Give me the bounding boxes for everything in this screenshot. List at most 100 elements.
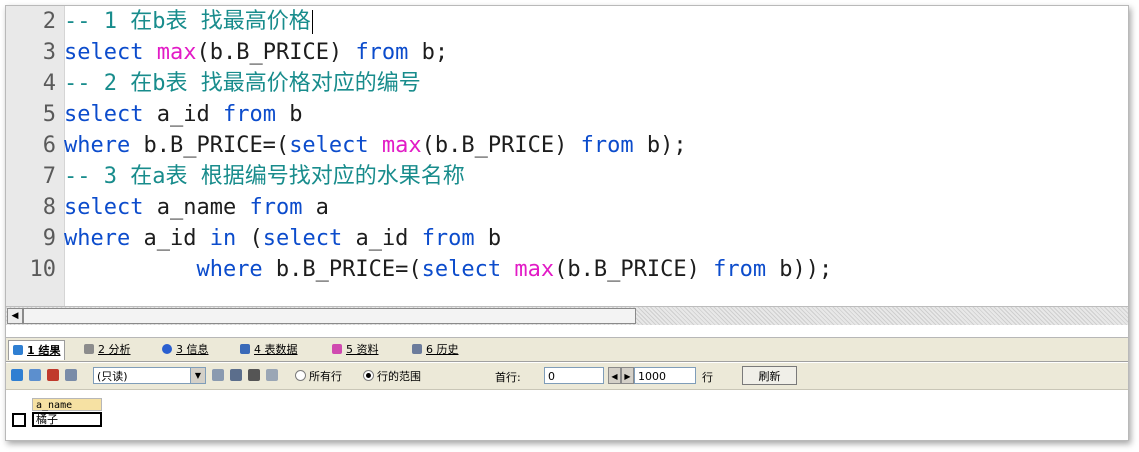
code-token: select	[64, 40, 144, 65]
code-token: a	[302, 195, 329, 220]
code-token: in	[209, 226, 237, 251]
text-view-icon[interactable]	[47, 369, 59, 381]
code-text: select a_name from a	[64, 192, 329, 223]
code-text: -- 3 在a表 根据编号找对应的水果名称	[64, 161, 465, 192]
code-token: b);	[633, 133, 687, 158]
horizontal-scrollbar[interactable]: ◀	[6, 306, 1128, 325]
code-line: 10 where b.B_PRICE=(select max(b.B_PRICE…	[6, 254, 1128, 285]
chevron-down-icon[interactable]: ▼	[190, 368, 205, 383]
code-text: select a_id from b	[64, 99, 302, 130]
code-token: select	[262, 226, 343, 251]
radio-all-rows-label: 所有行	[309, 370, 342, 383]
refresh-button[interactable]: 刷新	[742, 366, 797, 385]
code-line: 3 select max(b.B_PRICE) from b;	[6, 37, 1128, 68]
scroll-left-arrow-icon[interactable]: ◀	[7, 308, 23, 324]
tab-info[interactable]: 3 信息	[158, 340, 213, 359]
line-number: 4	[42, 71, 56, 96]
code-token: -- 2 在b表 找最高价格对应的编号	[64, 71, 421, 96]
line-number: 7	[42, 164, 56, 189]
code-token: select	[64, 195, 144, 220]
readonly-mode-select[interactable]: (只读) ▼	[93, 367, 206, 384]
rows-label: 行	[702, 371, 713, 384]
code-text: where b.B_PRICE=(select max(b.B_PRICE) f…	[64, 254, 832, 285]
code-token: max	[514, 257, 555, 282]
first-row-label: 首行:	[495, 371, 521, 384]
scrollbar-thumb[interactable]	[23, 308, 636, 324]
save-icon[interactable]	[230, 369, 242, 381]
duplicate-icon[interactable]	[266, 369, 278, 381]
result-toolbar: (只读) ▼ 所有行 行的范围 首行: 0 ◀ ▶ 1000 行 刷新	[6, 363, 1128, 390]
code-token: select	[64, 102, 144, 127]
code-line: 5 select a_id from b	[6, 99, 1128, 130]
table-data-icon	[240, 344, 250, 354]
code-token: from	[355, 40, 409, 65]
grid-cell[interactable]: 橘子	[32, 412, 102, 427]
line-number: 6	[42, 133, 56, 158]
code-token: b	[275, 102, 303, 127]
code-token: max	[381, 133, 422, 158]
results-icon	[13, 345, 23, 355]
row-selector[interactable]	[12, 413, 26, 427]
tab-analysis[interactable]: 2 分析	[80, 340, 135, 359]
code-token: max	[156, 40, 197, 65]
code-token: b;	[408, 40, 449, 65]
delete-icon[interactable]	[248, 369, 260, 381]
tab-history[interactable]: 6 历史	[408, 340, 463, 359]
code-text: where a_id in (select a_id from b	[64, 223, 501, 254]
code-line: 9 where a_id in (select a_id from b	[6, 223, 1128, 254]
code-token: a_id	[143, 102, 223, 127]
radio-row-range[interactable]	[363, 370, 374, 381]
code-line: 6 where b.B_PRICE=(select max(b.B_PRICE) …	[6, 130, 1128, 161]
export-icon[interactable]	[65, 369, 77, 381]
code-token: b	[474, 226, 502, 251]
code-line: 7 -- 3 在a表 根据编号找对应的水果名称	[6, 161, 1128, 192]
radio-all-rows[interactable]	[295, 370, 306, 381]
code-token: -- 1 在b表 找最高价格	[64, 9, 311, 34]
column-header-a-name[interactable]: a_name	[32, 398, 102, 411]
code-token: -- 3 在a表 根据编号找对应的水果名称	[64, 164, 465, 189]
code-line: 8 select a_name from a	[6, 192, 1128, 223]
code-token: from	[421, 226, 475, 251]
code-token: (b.B_PRICE)	[421, 133, 581, 158]
profile-icon	[332, 344, 342, 354]
code-text: select max(b.B_PRICE) from b;	[64, 37, 448, 68]
prev-page-icon[interactable]: ◀	[608, 367, 621, 384]
line-number: 9	[42, 226, 56, 251]
code-token: select	[421, 257, 502, 282]
first-row-input[interactable]: 0	[544, 367, 604, 384]
text-cursor	[311, 10, 313, 34]
next-page-icon[interactable]: ▶	[621, 367, 634, 384]
radio-row-range-label: 行的范围	[377, 370, 421, 383]
info-icon	[162, 344, 172, 354]
code-text: -- 1 在b表 找最高价格	[64, 6, 313, 37]
code-token: a_id	[342, 226, 422, 251]
code-line: 2 -- 1 在b表 找最高价格	[6, 6, 1128, 37]
form-view-icon[interactable]	[29, 369, 41, 381]
tab-table-data[interactable]: 4 表数据	[236, 340, 302, 359]
line-number: 8	[42, 195, 56, 220]
result-tabs: 1 结果 2 分析 3 信息 4 表数据 5 资料 6 历史	[6, 337, 1128, 362]
code-text: where b.B_PRICE=(select max(b.B_PRICE) f…	[64, 130, 687, 161]
tab-profile[interactable]: 5 资料	[328, 340, 383, 359]
query-window: 2 -- 1 在b表 找最高价格 3 select max(b.B_PRICE) fr…	[5, 5, 1129, 441]
code-text: -- 2 在b表 找最高价格对应的编号	[64, 68, 421, 99]
code-token: where	[64, 226, 131, 251]
code-token: from	[222, 102, 276, 127]
grid-view-icon[interactable]	[11, 369, 23, 381]
code-token: (b.B_PRICE)	[196, 40, 356, 65]
row-count-input[interactable]: 1000	[634, 367, 696, 384]
tab-results[interactable]: 1 结果	[8, 340, 66, 360]
code-token: (	[236, 226, 263, 251]
code-line: 4 -- 2 在b表 找最高价格对应的编号	[6, 68, 1128, 99]
code-token: from	[249, 195, 303, 220]
history-icon	[412, 344, 422, 354]
line-number: 5	[42, 102, 56, 127]
insert-row-icon[interactable]	[212, 369, 224, 381]
code-token: b.B_PRICE=(	[262, 257, 422, 282]
sql-editor[interactable]: 2 -- 1 在b表 找最高价格 3 select max(b.B_PRICE) fr…	[6, 6, 1128, 306]
code-token: a_name	[143, 195, 250, 220]
